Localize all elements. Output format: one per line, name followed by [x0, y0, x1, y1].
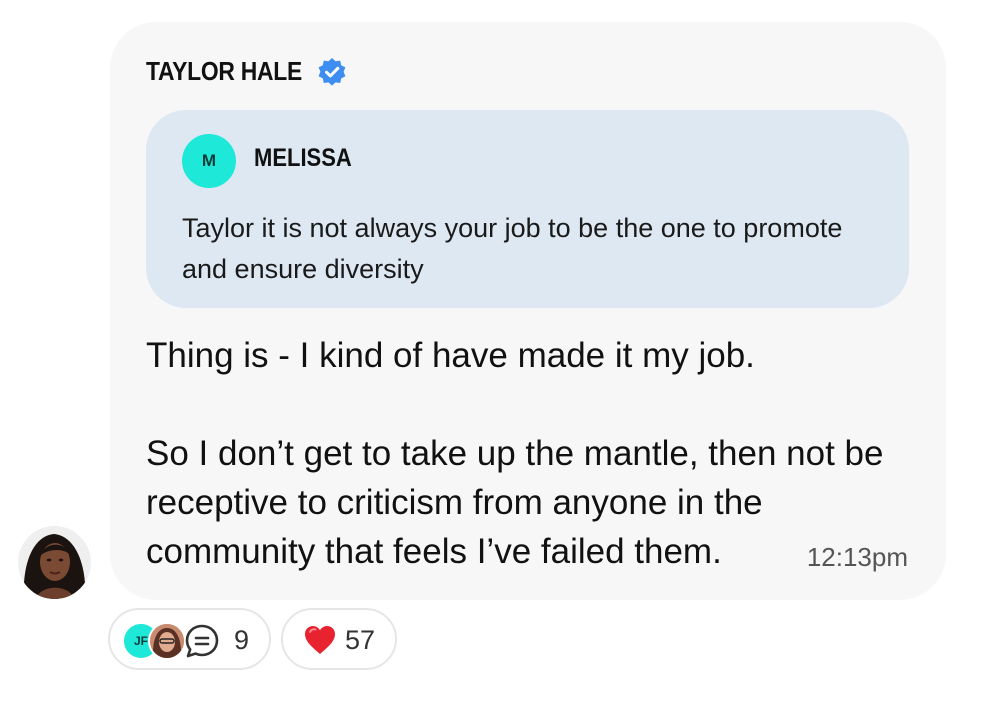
message-timestamp: 12:13pm: [806, 542, 908, 572]
chat-stage: TAYLOR HALE M MELISSA Taylor it is not a…: [0, 0, 1000, 713]
author-row: TAYLOR HALE: [146, 56, 347, 87]
message-bubble: TAYLOR HALE M MELISSA Taylor it is not a…: [110, 22, 946, 600]
reply-bubble-icon: [185, 624, 219, 658]
replies-pill[interactable]: JF 9: [108, 608, 271, 670]
heart-icon: [305, 626, 335, 654]
message-text: Thing is - I kind of have made it my job…: [146, 336, 884, 571]
quoted-text: Taylor it is not always your job to be t…: [182, 213, 843, 284]
reply-avatar-photo: [148, 622, 186, 660]
quoted-author-name: MELISSA: [254, 144, 352, 172]
sender-avatar[interactable]: [18, 526, 91, 599]
reply-count: 9: [234, 625, 250, 655]
heart-reaction-pill[interactable]: 57: [281, 608, 397, 670]
quoted-message[interactable]: M MELISSA Taylor it is not always your j…: [146, 110, 909, 308]
sender-photo: [18, 526, 91, 599]
quoted-author-avatar[interactable]: M: [182, 134, 236, 188]
reply-avatar-image: [150, 624, 184, 658]
author-name[interactable]: TAYLOR HALE: [146, 56, 302, 87]
verified-badge-icon: [318, 57, 346, 86]
heart-count: 57: [345, 625, 376, 655]
